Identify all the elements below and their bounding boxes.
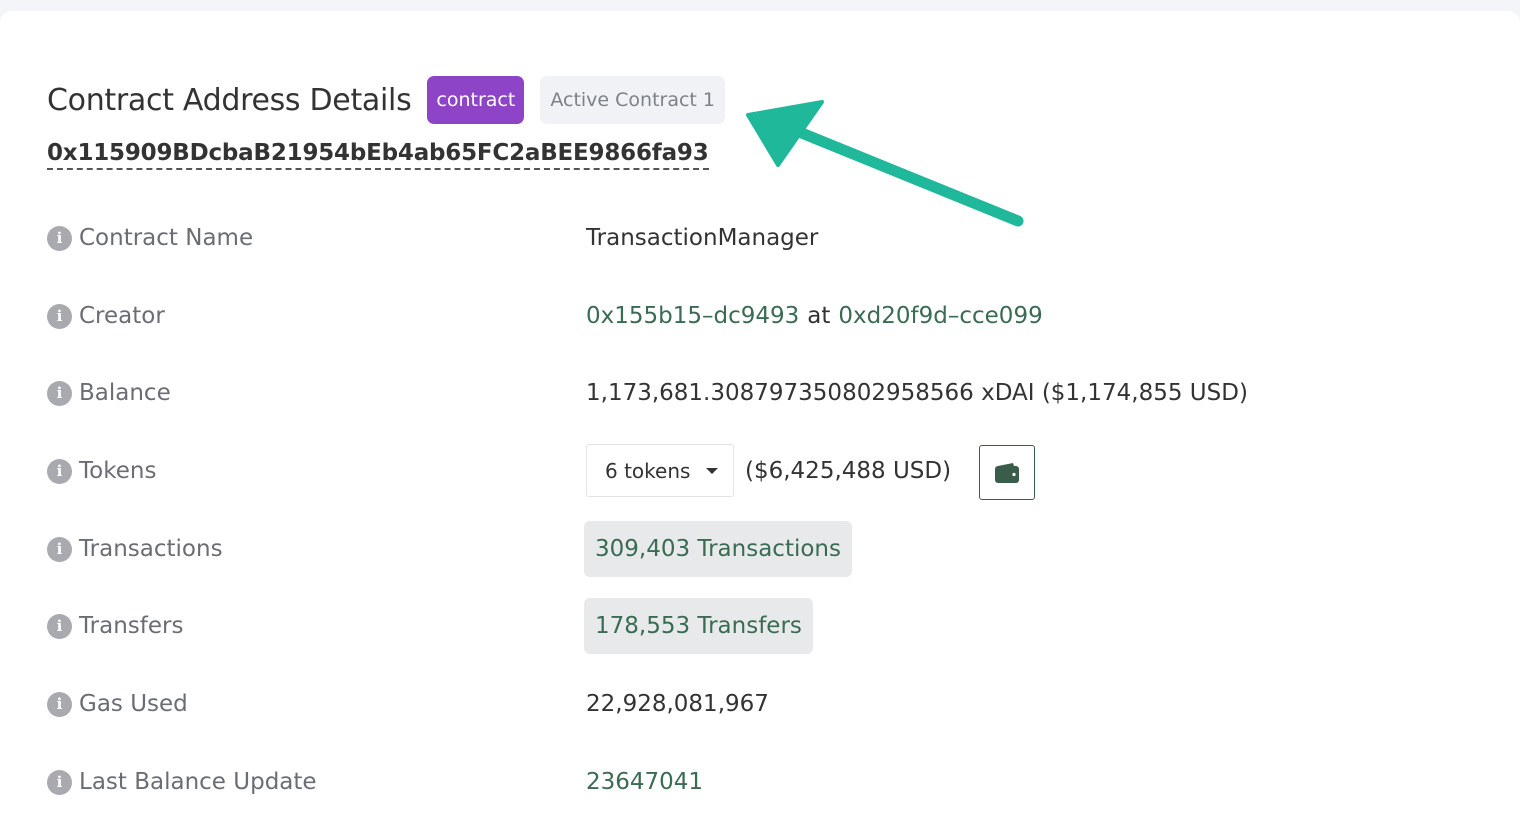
wallet-button[interactable] [979, 445, 1035, 500]
gas-used-label: Gas Used [79, 691, 188, 717]
transactions-label: Transactions [79, 536, 223, 562]
creator-value: 0x155b15–dc9493 at 0xd20f9d–cce099 [586, 296, 1043, 336]
detail-row-gas-used: i Gas Used 22,928,081,967 [0, 684, 1520, 724]
gas-used-text: 22,928,081,967 [586, 691, 769, 717]
detail-label: i Contract Name [47, 218, 253, 258]
detail-label: i Transfers [47, 606, 183, 646]
title-row: Contract Address Details contract Active… [47, 76, 726, 124]
detail-row-transactions: i Transactions 309,403 Transactions [0, 521, 1520, 577]
info-icon[interactable]: i [47, 613, 72, 639]
info-icon[interactable]: i [47, 691, 72, 717]
last-balance-update-label: Last Balance Update [79, 769, 317, 795]
detail-row-transfers: i Transfers 178,553 Transfers [0, 598, 1520, 654]
last-balance-update-value: 23647041 [586, 762, 703, 802]
transfers-label: Transfers [79, 613, 184, 639]
detail-label: i Creator [47, 296, 165, 336]
last-balance-update-block-link[interactable]: 23647041 [586, 769, 703, 795]
active-contract-badge: Active Contract 1 [540, 76, 726, 124]
detail-label: i Transactions [47, 529, 223, 569]
info-icon[interactable]: i [47, 225, 72, 251]
tokens-usd-value: ($6,425,488 USD) [745, 458, 952, 484]
creator-at-text: at [807, 303, 831, 329]
page-title: Contract Address Details [47, 82, 412, 118]
transfers-count-link[interactable]: 178,553 Transfers [584, 598, 813, 654]
detail-label: i Last Balance Update [47, 762, 317, 802]
detail-row-balance: i Balance 1,173,681.308797350802958566 x… [0, 373, 1520, 413]
contract-address[interactable]: 0x115909BDcbaB21954bEb4ab65FC2aBEE9866fa… [47, 138, 709, 170]
transactions-count-link[interactable]: 309,403 Transactions [584, 521, 852, 577]
contract-badge: contract [427, 76, 525, 124]
detail-row-contract-name: i Contract Name TransactionManager [0, 218, 1520, 258]
info-icon[interactable]: i [47, 769, 72, 795]
tokens-dropdown[interactable]: 6 tokens [586, 444, 734, 497]
tokens-dropdown-label: 6 tokens [605, 458, 691, 483]
info-icon[interactable]: i [47, 536, 72, 562]
detail-label: i Tokens [47, 451, 156, 491]
detail-label: i Gas Used [47, 684, 188, 724]
detail-row-last-balance-update: i Last Balance Update 23647041 [0, 762, 1520, 802]
chevron-down-icon [706, 467, 719, 474]
tokens-label: Tokens [79, 458, 157, 484]
creator-tx-link[interactable]: 0xd20f9d–cce099 [838, 303, 1042, 329]
contract-name-value: TransactionManager [586, 218, 818, 258]
creator-label: Creator [79, 303, 165, 329]
detail-row-creator: i Creator 0x155b15–dc9493 at 0xd20f9d–cc… [0, 296, 1520, 336]
balance-text: 1,173,681.308797350802958566 xDAI ($1,17… [586, 380, 1248, 406]
annotation-arrow-icon [746, 100, 1024, 227]
wallet-icon [995, 462, 1019, 483]
balance-label: Balance [79, 380, 171, 406]
creator-address-link[interactable]: 0x155b15–dc9493 [586, 303, 799, 329]
address-details-card: Contract Address Details contract Active… [0, 11, 1520, 828]
gas-used-value: 22,928,081,967 [586, 684, 769, 724]
detail-row-tokens: i Tokens 6 tokens ($6,425,488 USD) [0, 444, 1520, 500]
balance-value: 1,173,681.308797350802958566 xDAI ($1,17… [586, 373, 1248, 413]
contract-name-label: Contract Name [79, 225, 254, 251]
info-icon[interactable]: i [47, 380, 72, 406]
detail-label: i Balance [47, 373, 171, 413]
info-icon[interactable]: i [47, 458, 72, 484]
contract-name-text: TransactionManager [586, 225, 819, 251]
info-icon[interactable]: i [47, 303, 72, 329]
